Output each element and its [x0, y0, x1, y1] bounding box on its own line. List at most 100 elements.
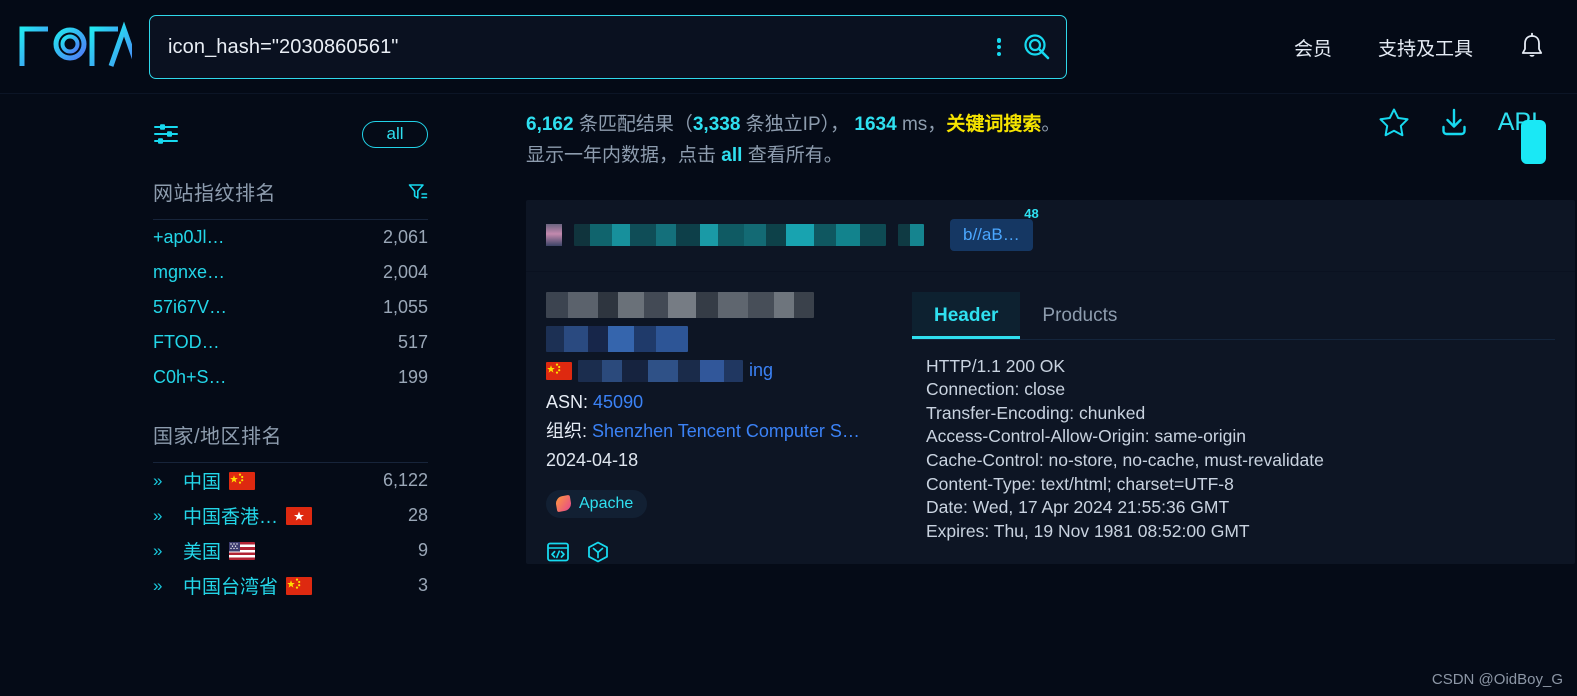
fingerprint-name[interactable]: +ap0Jl…	[153, 227, 225, 248]
result-card-body: ing ASN: 45090 组织: Shenzhen Tencent Comp…	[526, 272, 1575, 564]
expand-chevron-icon[interactable]: »	[153, 506, 175, 526]
http-header-line: HTTP/1.1 200 OK	[926, 355, 1066, 376]
fingerprint-ranking-header: 网站指纹排名	[153, 177, 428, 220]
flag-cn-icon	[229, 471, 256, 490]
feather-icon	[554, 494, 573, 513]
flag-cn-icon	[286, 576, 313, 595]
cube-icon[interactable]	[586, 540, 610, 564]
http-header-line: Transfer-Encoding: chunked	[926, 402, 1146, 423]
expand-chevron-icon[interactable]: »	[153, 471, 175, 491]
scan-date: 2024-04-18	[546, 450, 639, 471]
http-header-line: Date: Wed, 17 Apr 2024 21:55:36 GMT	[926, 497, 1230, 518]
stats-period: 。	[1041, 114, 1061, 135]
country-count: 9	[417, 540, 428, 560]
http-header-line: Connection: close	[926, 379, 1066, 400]
query-time-unit: ms	[901, 114, 928, 135]
country-name[interactable]: 中国	[183, 467, 221, 494]
country-count: 28	[407, 505, 428, 525]
search-mode-badge: 关键词搜索	[946, 114, 1042, 135]
country-ranking-header: 国家/地区排名	[153, 420, 428, 463]
download-icon[interactable]	[1438, 106, 1470, 138]
notification-bell-icon[interactable]	[1519, 32, 1545, 62]
all-filter-pill[interactable]: all	[362, 120, 428, 148]
all-results-link[interactable]: all	[721, 145, 742, 166]
result-protocol-panel: Header Products HTTP/1.1 200 OK Connecti…	[896, 291, 1555, 564]
sidebar: all 网站指纹排名 +ap0Jl… 2,061 mgnxe… 2,004 57…	[0, 94, 512, 696]
country-row[interactable]: » 中国香港… 28	[153, 498, 428, 533]
expand-chevron-icon[interactable]: »	[153, 541, 175, 561]
tab-header[interactable]: Header	[912, 291, 1021, 339]
org-label: 组织:	[546, 420, 588, 441]
host-hash-label: b//aB…	[963, 225, 1020, 245]
fingerprint-row[interactable]: mgnxe… 2,004	[153, 255, 428, 290]
code-window-icon[interactable]	[546, 540, 570, 564]
fingerprint-name[interactable]: FTOD…	[153, 332, 220, 353]
unique-ip-count: 3,338	[692, 114, 741, 135]
fingerprint-name[interactable]: mgnxe…	[153, 262, 225, 283]
nav-item-support-tools[interactable]: 支持及工具	[1378, 34, 1473, 61]
nav-item-membership[interactable]: 会员	[1294, 34, 1332, 61]
query-time: 1634	[854, 114, 897, 135]
fingerprint-count: 517	[397, 332, 428, 352]
country-ranking-section: 国家/地区排名 » 中国 6,122 » 中国香港… 28 » 美国 9 » 中…	[153, 420, 428, 603]
http-header-line: Expires: Thu, 19 Nov 1981 08:52:00 GMT	[926, 520, 1250, 541]
fingerprint-ranking-title: 网站指纹排名	[153, 183, 276, 205]
page-body: all 网站指纹排名 +ap0Jl… 2,061 mgnxe… 2,004 57…	[0, 94, 1577, 696]
vertical-dots-icon[interactable]	[988, 34, 1010, 60]
host-hash-count: 48	[1024, 206, 1039, 222]
watermark: CSDN @OidBoy_G	[1431, 671, 1563, 688]
period-note-suffix: 查看所有。	[747, 144, 843, 166]
country-row[interactable]: » 美国 9	[153, 533, 428, 568]
http-header-dump: HTTP/1.1 200 OK Connection: close Transf…	[912, 340, 1555, 545]
country-ranking-title: 国家/地区排名	[153, 426, 283, 448]
host-hash-badge[interactable]: b//aB… 48	[950, 206, 1039, 252]
match-count-label: 条匹配结果（	[578, 114, 693, 135]
search-box[interactable]	[149, 15, 1067, 79]
fingerprint-ranking-section: 网站指纹排名 +ap0Jl… 2,061 mgnxe… 2,004 57i67V…	[153, 177, 428, 395]
http-header-line: Cache-Control: no-store, no-cache, must-…	[926, 450, 1324, 471]
country-row[interactable]: » 中国 6,122	[153, 463, 428, 498]
fingerprint-row[interactable]: +ap0Jl… 2,061	[153, 220, 428, 255]
redacted-title	[546, 291, 814, 318]
asn-label: ASN:	[546, 391, 589, 412]
sliders-filter-icon[interactable]	[153, 122, 179, 146]
org-value[interactable]: Shenzhen Tencent Computer Sy…	[592, 417, 860, 446]
country-name[interactable]: 中国香港…	[183, 502, 278, 529]
fingerprint-count: 199	[397, 367, 428, 387]
fingerprint-row[interactable]: C0h+S… 199	[153, 360, 428, 395]
redacted-location-row: ing	[546, 359, 896, 382]
asn-value[interactable]: 45090	[593, 392, 643, 412]
funnel-filter-icon[interactable]	[408, 183, 428, 201]
tab-products[interactable]: Products	[1020, 292, 1139, 339]
stats-line-2: 显示一年内数据，点击 all 查看所有。	[526, 141, 1577, 172]
country-name[interactable]: 美国	[183, 537, 221, 564]
redacted-location	[578, 359, 743, 382]
period-note-prefix: 显示一年内数据，点击	[526, 144, 717, 166]
main-content: 6,162 条匹配结果（3,338 条独立IP）， 1634 ms，关键词搜索。…	[512, 94, 1577, 696]
country-name[interactable]: 中国台湾省	[183, 572, 278, 599]
fingerprint-row[interactable]: 57i67V… 1,055	[153, 290, 428, 325]
protocol-tabs: Header Products	[912, 291, 1555, 340]
fingerprint-name[interactable]: C0h+S…	[153, 367, 227, 388]
flag-hk-icon	[286, 506, 313, 525]
expand-chevron-icon[interactable]: »	[153, 576, 175, 596]
country-row[interactable]: » 中国台湾省 3	[153, 568, 428, 603]
product-tag-apache[interactable]: Apache	[546, 489, 648, 518]
top-navigation: 会员 支持及工具	[1294, 0, 1577, 94]
fingerprint-row[interactable]: FTOD… 517	[153, 325, 428, 360]
result-card: b//aB… 48 ing ASN: 45090 组织: Shenzhen Te…	[526, 199, 1575, 564]
org-row: 组织: Shenzhen Tencent Computer Sy…	[546, 417, 896, 446]
site-favicon	[546, 224, 562, 247]
fofa-logo[interactable]	[14, 20, 132, 74]
result-details: ing ASN: 45090 组织: Shenzhen Tencent Comp…	[546, 291, 896, 564]
search-circle-icon[interactable]	[1022, 32, 1052, 62]
side-panel-toggle[interactable]	[1521, 120, 1546, 164]
sidebar-toolbar: all	[153, 116, 428, 152]
redacted-ip-port	[546, 325, 688, 352]
flag-us-icon	[229, 541, 256, 560]
search-input[interactable]	[168, 35, 988, 59]
fingerprint-name[interactable]: 57i67V…	[153, 297, 227, 318]
fingerprint-count: 1,055	[382, 297, 428, 317]
favorite-star-icon[interactable]	[1378, 106, 1410, 138]
http-header-line: Access-Control-Allow-Origin: same-origin	[926, 426, 1246, 447]
